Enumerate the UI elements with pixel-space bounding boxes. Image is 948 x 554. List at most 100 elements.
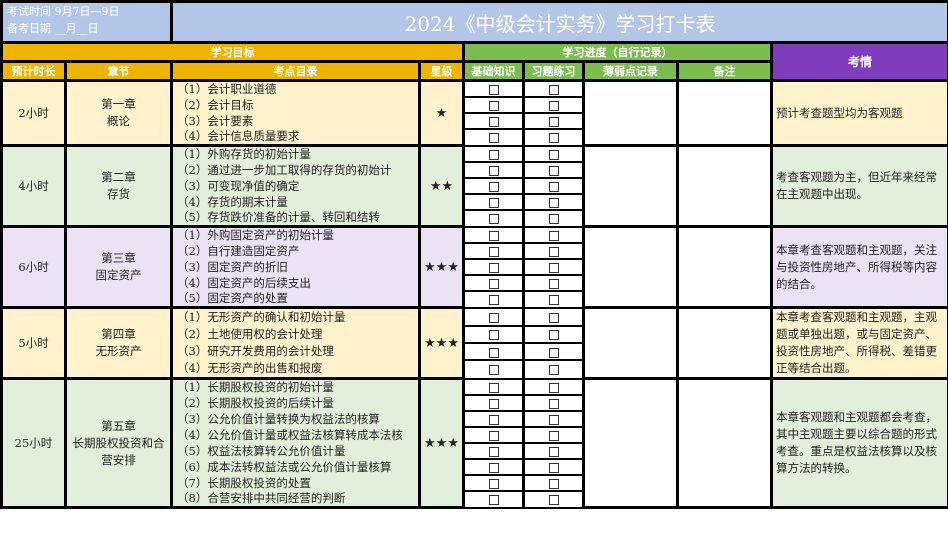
weak-point-input[interactable] bbox=[582, 306, 679, 380]
remark-input[interactable] bbox=[676, 79, 773, 147]
remark-input[interactable] bbox=[676, 225, 773, 309]
practice-checkbox[interactable] bbox=[548, 263, 559, 273]
basic-checkbox[interactable] bbox=[488, 182, 499, 192]
topic-item: （1）外购存货的初始计量 bbox=[170, 144, 421, 162]
basic-checkbox[interactable] bbox=[488, 495, 499, 506]
chapter-number: 第一章 bbox=[101, 97, 136, 111]
practice-checkbox[interactable] bbox=[548, 431, 559, 441]
practice-checkbox[interactable] bbox=[548, 149, 559, 160]
basic-checkbox[interactable] bbox=[488, 365, 499, 376]
hours-cell: 5小时 bbox=[0, 306, 67, 380]
topic-item: （2）自行建造固定资产 bbox=[170, 243, 421, 259]
basic-checkbox-cell bbox=[462, 161, 525, 179]
basic-checkbox[interactable] bbox=[488, 133, 499, 144]
basic-checkbox[interactable] bbox=[488, 85, 499, 95]
chapter-cell: 第一章 概论 bbox=[64, 79, 173, 147]
practice-checkbox[interactable] bbox=[548, 312, 559, 323]
basic-checkbox[interactable] bbox=[488, 101, 499, 111]
practice-checkbox[interactable] bbox=[548, 214, 559, 225]
practice-checkbox[interactable] bbox=[548, 415, 559, 425]
topic-item: （4）固定资产的后续支出 bbox=[170, 275, 421, 291]
basic-checkbox[interactable] bbox=[488, 447, 499, 457]
practice-checkbox[interactable] bbox=[548, 447, 559, 457]
basic-checkbox[interactable] bbox=[488, 312, 499, 323]
topic-item: （6）成本法转权益法或公允价值计量核算 bbox=[170, 459, 421, 475]
basic-checkbox[interactable] bbox=[488, 295, 499, 306]
basic-checkbox[interactable] bbox=[488, 330, 499, 341]
basic-checkbox[interactable] bbox=[488, 263, 499, 273]
weak-point-input[interactable] bbox=[582, 79, 679, 147]
practice-checkbox-cell bbox=[522, 242, 585, 260]
topic-item: （3）会计要素 bbox=[170, 113, 421, 129]
basic-checkbox-cell bbox=[462, 474, 525, 492]
chapter-cell: 第二章 存货 bbox=[64, 144, 173, 228]
column-header-exam: 考情 bbox=[770, 41, 948, 82]
practice-checkbox-cell bbox=[522, 209, 585, 228]
practice-checkbox[interactable] bbox=[548, 365, 559, 376]
star-rating: ★★★ bbox=[418, 225, 465, 309]
basic-checkbox-cell bbox=[462, 410, 525, 428]
practice-checkbox-cell bbox=[522, 225, 585, 244]
topic-item: （1）长期股权投资的初始计量 bbox=[170, 377, 421, 395]
column-header-topics: 考点目录 bbox=[170, 60, 421, 82]
basic-checkbox[interactable] bbox=[488, 431, 499, 441]
topic-item: （5）存货跌价准备的计量、转回和结转 bbox=[170, 210, 421, 228]
column-header-stars: 星级 bbox=[418, 60, 465, 82]
weak-point-input[interactable] bbox=[582, 225, 679, 309]
chapter-rows: 2小时 第一章 概论 （1）会计职业道德 ★ 预计考查题型均为客观题 （2）会计目标 （3）会… bbox=[0, 79, 948, 509]
basic-checkbox-cell bbox=[462, 112, 525, 130]
practice-checkbox[interactable] bbox=[548, 166, 559, 176]
practice-checkbox[interactable] bbox=[548, 463, 559, 473]
practice-checkbox-cell bbox=[522, 144, 585, 163]
practice-checkbox[interactable] bbox=[548, 295, 559, 306]
basic-checkbox-cell bbox=[462, 377, 525, 396]
practice-checkbox[interactable] bbox=[548, 382, 559, 393]
practice-checkbox[interactable] bbox=[548, 279, 559, 289]
practice-checkbox[interactable] bbox=[548, 230, 559, 241]
remark-input[interactable] bbox=[676, 306, 773, 380]
basic-checkbox[interactable] bbox=[488, 247, 499, 257]
practice-checkbox[interactable] bbox=[548, 117, 559, 127]
remark-input[interactable] bbox=[676, 144, 773, 228]
practice-checkbox[interactable] bbox=[548, 330, 559, 341]
exam-time: 考试时间 9月7日—9日 bbox=[7, 5, 120, 18]
weak-point-input[interactable] bbox=[582, 144, 679, 228]
topic-item: （8）合营安排中共同经营的判断 bbox=[170, 491, 421, 509]
practice-checkbox[interactable] bbox=[548, 495, 559, 506]
basic-checkbox[interactable] bbox=[488, 214, 499, 225]
basic-checkbox[interactable] bbox=[488, 479, 499, 489]
practice-checkbox[interactable] bbox=[548, 479, 559, 489]
basic-checkbox[interactable] bbox=[488, 149, 499, 160]
practice-checkbox-cell bbox=[522, 410, 585, 428]
topic-item: （3）可变现净值的确定 bbox=[170, 178, 421, 194]
practice-checkbox[interactable] bbox=[548, 198, 559, 208]
practice-checkbox[interactable] bbox=[548, 133, 559, 144]
practice-checkbox[interactable] bbox=[548, 399, 559, 409]
basic-checkbox-cell bbox=[462, 258, 525, 276]
basic-checkbox-cell bbox=[462, 128, 525, 147]
basic-checkbox[interactable] bbox=[488, 415, 499, 425]
basic-checkbox[interactable] bbox=[488, 347, 499, 358]
basic-checkbox[interactable] bbox=[488, 117, 499, 127]
basic-checkbox[interactable] bbox=[488, 166, 499, 176]
basic-checkbox[interactable] bbox=[488, 399, 499, 409]
practice-checkbox-cell bbox=[522, 112, 585, 130]
star-rating: ★ bbox=[418, 79, 465, 147]
weak-point-input[interactable] bbox=[582, 377, 679, 509]
topic-item: （1）会计职业道德 bbox=[170, 79, 421, 97]
basic-checkbox[interactable] bbox=[488, 230, 499, 241]
practice-checkbox[interactable] bbox=[548, 347, 559, 358]
practice-checkbox[interactable] bbox=[548, 85, 559, 95]
basic-checkbox[interactable] bbox=[488, 382, 499, 393]
basic-checkbox[interactable] bbox=[488, 198, 499, 208]
table-row: 4小时 第二章 存货 （1）外购存货的初始计量 ★★ 考查客观题为主，但近年来经常在主观题… bbox=[0, 144, 948, 228]
practice-checkbox[interactable] bbox=[548, 182, 559, 192]
basic-checkbox[interactable] bbox=[488, 463, 499, 473]
basic-checkbox[interactable] bbox=[488, 279, 499, 289]
practice-checkbox-cell bbox=[522, 458, 585, 476]
practice-checkbox[interactable] bbox=[548, 247, 559, 257]
remark-input[interactable] bbox=[676, 377, 773, 509]
topic-item: （2）通过进一步加工取得的存货的初始计 bbox=[170, 162, 421, 178]
practice-checkbox[interactable] bbox=[548, 101, 559, 111]
column-header-remark: 备注 bbox=[676, 60, 773, 82]
